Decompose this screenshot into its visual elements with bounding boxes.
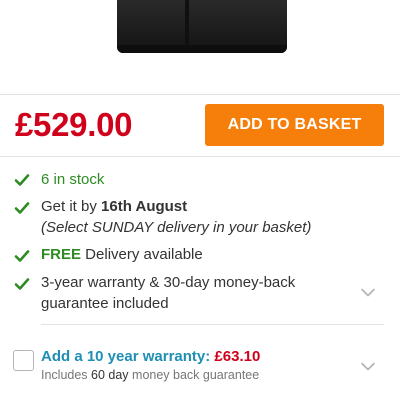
delivery-text: Get it by 16th August: [41, 196, 187, 217]
divider: [41, 324, 384, 325]
divider: [0, 94, 400, 95]
warranty-line-2: guarantee included: [41, 295, 169, 312]
chevron-down-icon[interactable]: [361, 362, 375, 371]
addon-warranty-subtitle: Includes 60 day money back guarantee: [41, 368, 259, 382]
addon-sub-prefix: Includes: [41, 368, 92, 382]
addon-sub-days: 60 day: [91, 368, 129, 382]
free-label: FREE: [41, 246, 82, 263]
check-icon: [14, 278, 30, 290]
addon-warranty-title[interactable]: Add a 10 year warranty: £63.10: [41, 348, 260, 365]
check-icon: [14, 202, 30, 214]
chevron-down-icon[interactable]: [361, 288, 375, 297]
delivery-prefix: Get it by: [41, 198, 102, 215]
addon-warranty-label: Add a 10 year warranty:: [41, 348, 215, 365]
warranty-line-1: 3-year warranty & 30-day money-back: [41, 274, 296, 291]
addon-warranty-price: £63.10: [214, 348, 261, 365]
add-to-basket-button[interactable]: ADD TO BASKET: [205, 104, 384, 146]
free-delivery-text: FREE Delivery available: [41, 244, 203, 265]
check-icon: [14, 174, 30, 186]
product-price: £529.00: [15, 106, 133, 143]
delivery-note: (Select SUNDAY delivery in your basket): [41, 219, 312, 236]
warranty-checkbox[interactable]: [13, 350, 34, 371]
stock-status: 6 in stock: [41, 171, 105, 188]
product-image[interactable]: [117, 0, 287, 53]
divider: [0, 156, 400, 157]
free-delivery-rest: Delivery available: [81, 246, 203, 263]
delivery-date: 16th August: [101, 198, 188, 215]
product-image-base: [117, 45, 287, 53]
product-image-area: [0, 0, 400, 94]
addon-sub-rest: money back guarantee: [128, 368, 260, 382]
check-icon: [14, 250, 30, 262]
product-image-ridge: [185, 0, 189, 45]
